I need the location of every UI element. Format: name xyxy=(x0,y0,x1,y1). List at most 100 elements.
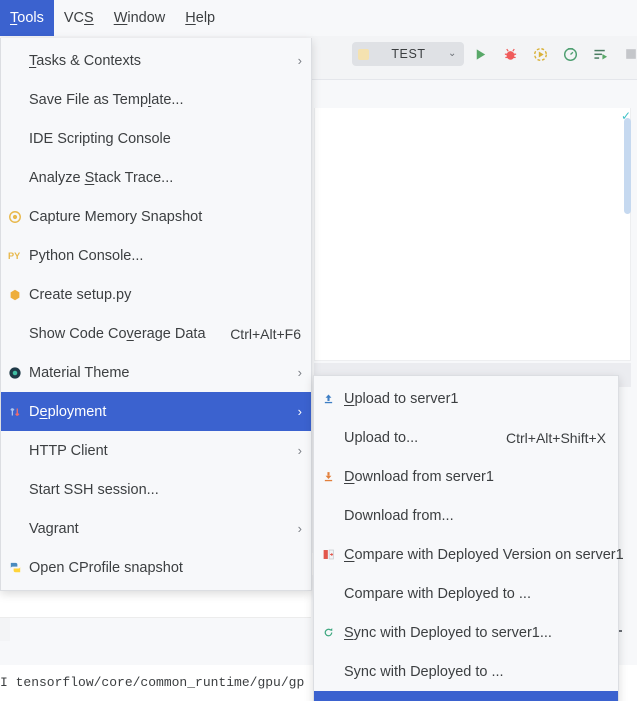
menu-item-label: Start SSH session... xyxy=(29,481,159,498)
menu-item-label: Vagrant xyxy=(29,520,79,537)
menubar-item-tools-label: Tools xyxy=(10,10,44,26)
no-icon xyxy=(7,443,23,459)
menu-item-vagrant[interactable]: Vagrant › xyxy=(1,509,311,548)
menubar-item-help[interactable]: Help xyxy=(175,0,225,36)
menu-item-label: Capture Memory Snapshot xyxy=(29,208,203,225)
debug-button[interactable] xyxy=(502,46,519,63)
no-icon xyxy=(320,664,336,680)
upload-icon xyxy=(320,391,336,407)
menu-item-save-file-as-template[interactable]: Save File as Template... xyxy=(1,80,311,119)
submenu-item-download-from-server1[interactable]: Download from server1 xyxy=(314,457,618,496)
no-icon xyxy=(7,170,23,186)
submenu-item-label: Upload to... xyxy=(344,429,419,446)
material-theme-icon xyxy=(7,365,23,381)
menubar-item-window[interactable]: Window xyxy=(104,0,176,36)
submenu-item-shortcut: Ctrl+Alt+Shift+X xyxy=(506,429,606,446)
submenu-item-label: Download from server1 xyxy=(344,468,494,485)
chevron-right-icon: › xyxy=(297,404,302,419)
no-icon xyxy=(7,92,23,108)
menu-item-create-setup-py[interactable]: Create setup.py xyxy=(1,275,311,314)
menubar-item-window-label: Window xyxy=(113,10,166,26)
menubar-item-tools[interactable]: Tools xyxy=(0,0,54,36)
submenu-item-label: Download from... xyxy=(344,507,454,524)
run-config-icon xyxy=(358,48,369,60)
submenu-item-sync-with-deployed-to[interactable]: Sync with Deployed to ... xyxy=(314,652,618,691)
submenu-item-compare-with-deployed-to[interactable]: Compare with Deployed to ... xyxy=(314,574,618,613)
editor-vertical-scrollbar[interactable] xyxy=(624,118,631,214)
chevron-right-icon: › xyxy=(297,521,302,536)
python-package-icon xyxy=(7,287,23,303)
run-configuration-selector[interactable]: TEST ⌄ xyxy=(352,42,464,66)
menu-item-open-cprofile-snapshot[interactable]: Open CProfile snapshot xyxy=(1,548,311,587)
menu-item-shortcut: Ctrl+Alt+F6 xyxy=(230,325,301,342)
submenu-item-label: Compare with Deployed to ... xyxy=(344,585,531,602)
menu-item-label: Save File as Template... xyxy=(29,91,184,108)
submenu-item-upload-to[interactable]: Upload to... Ctrl+Alt+Shift+X xyxy=(314,418,618,457)
run-toolbar[interactable] xyxy=(472,42,637,66)
submenu-item-configuration[interactable]: Configuration... xyxy=(314,691,618,701)
svg-text:PY: PY xyxy=(8,251,20,261)
menu-item-label: Show Code Coverage Data xyxy=(29,325,206,342)
stop-button[interactable] xyxy=(622,46,637,63)
run-anything-button[interactable] xyxy=(592,46,609,63)
menu-item-material-theme[interactable]: Material Theme › xyxy=(1,353,311,392)
menubar-item-vcs-label: VCS xyxy=(63,10,94,26)
submenu-item-upload-to-server1[interactable]: Upload to server1 xyxy=(314,379,618,418)
compare-icon xyxy=(320,547,336,563)
no-icon xyxy=(320,508,336,524)
no-icon xyxy=(320,586,336,602)
chevron-down-icon: ⌄ xyxy=(448,48,457,59)
menu-item-start-ssh-session[interactable]: Start SSH session... xyxy=(1,470,311,509)
no-icon xyxy=(7,482,23,498)
menu-item-capture-memory-snapshot[interactable]: Capture Memory Snapshot xyxy=(1,197,311,236)
ide-window: ✓ nt(tf.constant(1.)) I tensorflow/core/… xyxy=(0,0,637,701)
submenu-item-label: Upload to server1 xyxy=(344,390,459,407)
no-icon xyxy=(7,521,23,537)
menubar-item-vcs[interactable]: VCS xyxy=(54,0,104,36)
menu-item-deployment[interactable]: Deployment › xyxy=(1,392,311,431)
menu-item-http-client[interactable]: HTTP Client › xyxy=(1,431,311,470)
menu-bar[interactable]: Tools VCS Window Help xyxy=(0,0,637,36)
menu-item-show-code-coverage-data[interactable]: Show Code Coverage Data Ctrl+Alt+F6 xyxy=(1,314,311,353)
submenu-item-download-from[interactable]: Download from... xyxy=(314,496,618,535)
python-console-icon: PY xyxy=(7,248,23,264)
menu-item-label: Material Theme xyxy=(29,364,130,381)
menu-item-analyze-stack-trace[interactable]: Analyze Stack Trace... xyxy=(1,158,311,197)
tools-dropdown-menu[interactable]: Tasks & Contexts › Save File as Template… xyxy=(0,38,312,591)
menu-item-ide-scripting-console[interactable]: IDE Scripting Console xyxy=(1,119,311,158)
sync-icon xyxy=(320,625,336,641)
run-config-name: TEST xyxy=(391,47,426,61)
no-icon xyxy=(320,430,336,446)
chevron-right-icon: › xyxy=(297,443,302,458)
editor-area[interactable] xyxy=(314,108,631,361)
deployment-submenu[interactable]: Upload to server1 Upload to... Ctrl+Alt+… xyxy=(313,375,624,701)
submenu-item-label: Sync with Deployed to ... xyxy=(344,663,504,680)
profile-button[interactable] xyxy=(562,46,579,63)
submenu-item-sync-with-deployed-to-server1[interactable]: Sync with Deployed to server1... xyxy=(314,613,618,652)
run-with-coverage-button[interactable] xyxy=(532,46,549,63)
menu-item-label: IDE Scripting Console xyxy=(29,130,171,147)
menu-item-tasks-and-contexts[interactable]: Tasks & Contexts › xyxy=(1,41,311,80)
menu-item-label: Deployment xyxy=(29,403,107,420)
menu-item-label: HTTP Client xyxy=(29,442,108,459)
menu-item-label: Open CProfile snapshot xyxy=(29,559,183,576)
menu-item-label: Create setup.py xyxy=(29,286,132,303)
no-icon xyxy=(7,131,23,147)
download-icon xyxy=(320,469,336,485)
menu-item-label: Python Console... xyxy=(29,247,144,264)
submenu-item-compare-with-deployed-version-on-server1[interactable]: Compare with Deployed Version on server1 xyxy=(314,535,624,574)
menubar-item-help-label: Help xyxy=(185,10,216,26)
deployment-icon xyxy=(7,404,23,420)
memory-snapshot-icon xyxy=(7,209,23,225)
chevron-right-icon: › xyxy=(297,365,302,380)
no-icon xyxy=(7,53,23,69)
inspections-widget-icon[interactable]: ✓ xyxy=(621,110,634,123)
menu-item-python-console[interactable]: PY Python Console... xyxy=(1,236,311,275)
cprofile-icon xyxy=(7,560,23,576)
submenu-item-label: Sync with Deployed to server1... xyxy=(344,624,552,641)
run-button[interactable] xyxy=(472,46,489,63)
menu-item-label: Analyze Stack Trace... xyxy=(29,169,174,186)
submenu-item-label: Compare with Deployed Version on server1 xyxy=(344,546,624,563)
menu-item-label: Tasks & Contexts xyxy=(29,52,142,69)
no-icon xyxy=(7,326,23,342)
